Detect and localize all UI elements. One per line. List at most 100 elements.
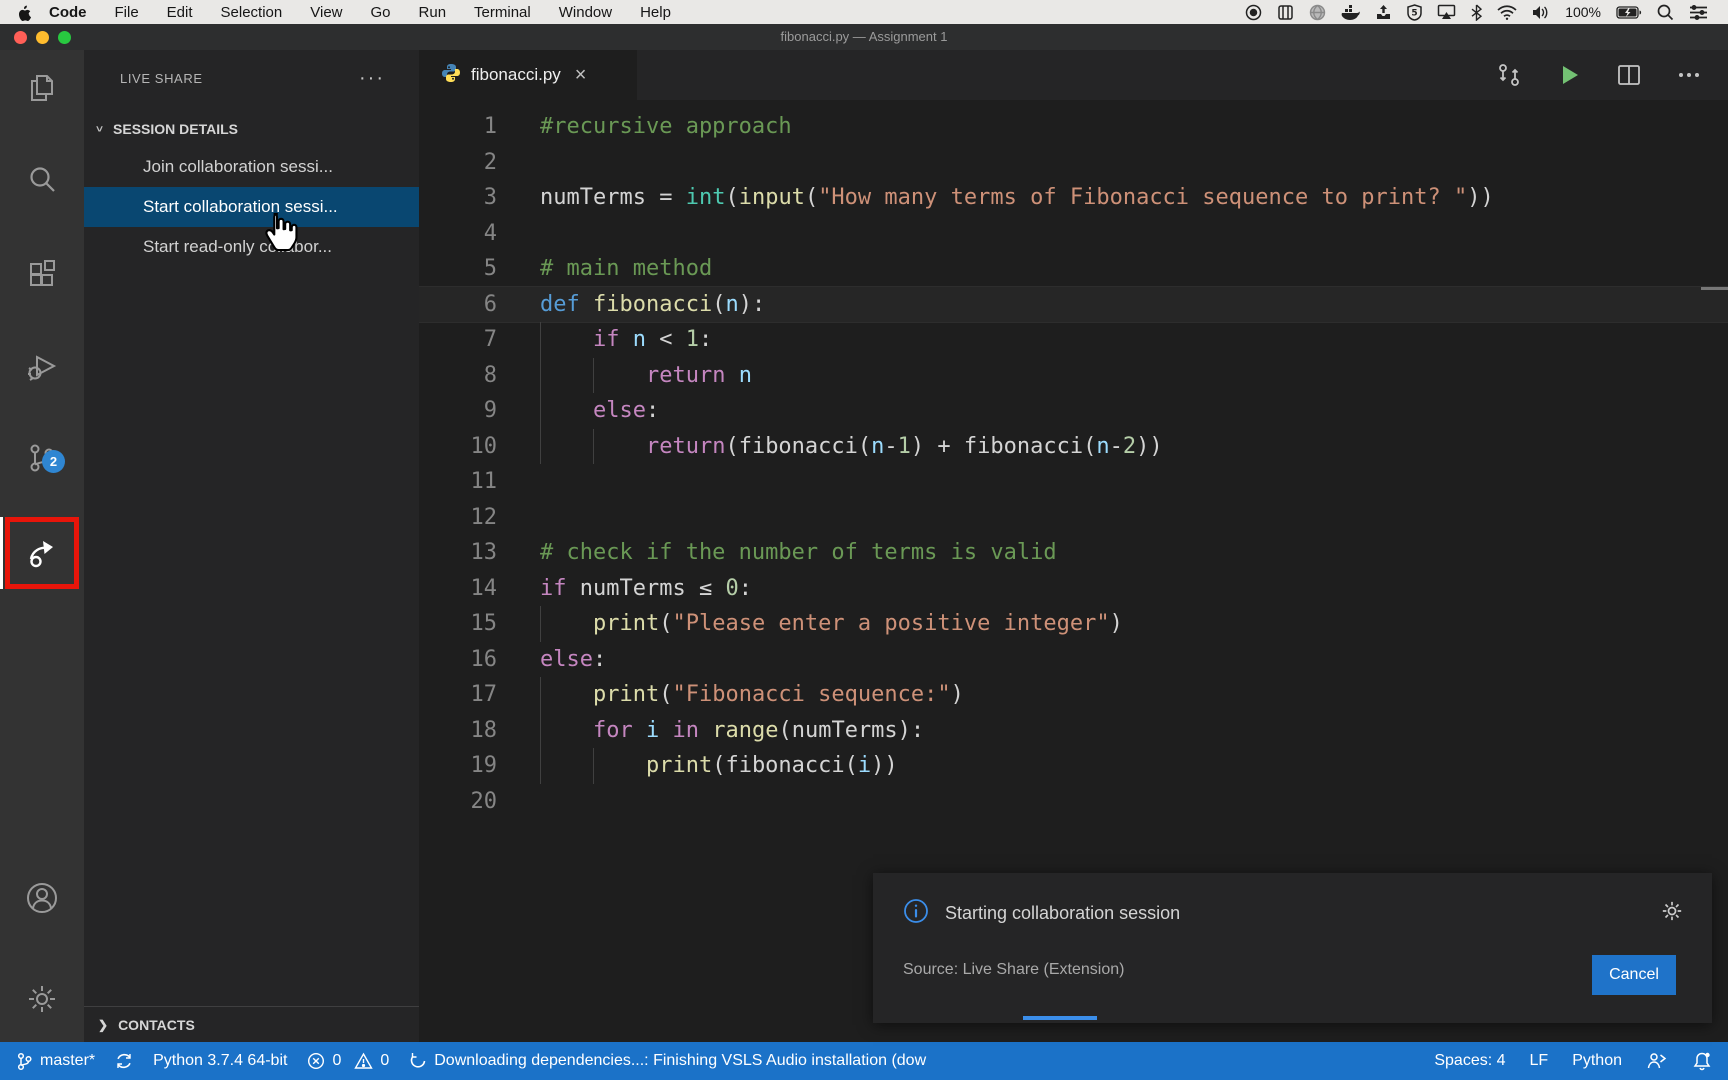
code-line-5[interactable]: 5# main method bbox=[419, 251, 1728, 287]
problems-item[interactable]: 0 0 bbox=[307, 1052, 389, 1070]
code-line-15[interactable]: 15 print("Please enter a positive intege… bbox=[419, 606, 1728, 642]
wifi-icon[interactable] bbox=[1497, 5, 1517, 20]
upload-box-icon[interactable] bbox=[1375, 4, 1392, 21]
indentation-item[interactable]: Spaces: 4 bbox=[1434, 1052, 1505, 1070]
spotlight-search-icon[interactable] bbox=[1657, 4, 1674, 21]
git-branch-item[interactable]: master* bbox=[16, 1052, 95, 1071]
more-actions-icon[interactable]: ··· bbox=[359, 73, 385, 83]
annotation-highlight-box bbox=[5, 517, 79, 589]
code-line-13[interactable]: 13# check if the number of terms is vali… bbox=[419, 535, 1728, 571]
bluetooth-icon[interactable] bbox=[1471, 4, 1482, 21]
code-line-6[interactable]: 6def fibonacci(n): bbox=[419, 287, 1728, 323]
session-item[interactable]: Join collaboration sessi... bbox=[84, 147, 419, 187]
code-line-8[interactable]: 8 return n bbox=[419, 358, 1728, 394]
code-line-14[interactable]: 14if numTerms ≤ 0: bbox=[419, 571, 1728, 607]
explorer-icon[interactable] bbox=[25, 71, 59, 105]
python-interpreter-item[interactable]: Python 3.7.4 64-bit bbox=[153, 1052, 287, 1070]
code-line-19[interactable]: 19 print(fibonacci(i)) bbox=[419, 748, 1728, 784]
account-icon[interactable] bbox=[25, 881, 59, 915]
notifications-bell-icon[interactable] bbox=[1692, 1051, 1712, 1071]
session-details-label: SESSION DETAILS bbox=[113, 121, 238, 137]
cancel-button[interactable]: Cancel bbox=[1592, 955, 1676, 995]
contacts-header[interactable]: ❯ CONTACTS bbox=[84, 1006, 419, 1042]
code-editor[interactable]: 1#recursive approach23numTerms = int(inp… bbox=[419, 109, 1728, 819]
battery-icon[interactable] bbox=[1616, 6, 1642, 19]
battery-percentage: 100% bbox=[1565, 4, 1601, 20]
extensions-icon[interactable] bbox=[25, 258, 59, 292]
line-number: 8 bbox=[419, 358, 497, 394]
line-number: 16 bbox=[419, 642, 497, 678]
docker-icon[interactable] bbox=[1341, 4, 1360, 20]
tab-close-icon[interactable]: × bbox=[575, 64, 587, 87]
language-mode-item[interactable]: Python bbox=[1572, 1052, 1622, 1070]
sync-icon[interactable] bbox=[115, 1052, 133, 1070]
zoom-window-button[interactable] bbox=[58, 31, 71, 44]
contacts-label: CONTACTS bbox=[118, 1017, 195, 1033]
notification-gear-icon[interactable] bbox=[1660, 899, 1684, 928]
svg-text:5: 5 bbox=[1412, 8, 1418, 18]
globe-icon[interactable] bbox=[1309, 4, 1326, 21]
run-python-file-icon[interactable] bbox=[1556, 62, 1582, 88]
volume-icon[interactable] bbox=[1532, 5, 1550, 20]
code-line-7[interactable]: 7 if n < 1: bbox=[419, 322, 1728, 358]
line-number: 1 bbox=[419, 109, 497, 145]
code-line-10[interactable]: 10 return(fibonacci(n-1) + fibonacci(n-2… bbox=[419, 429, 1728, 465]
menu-item-window[interactable]: Window bbox=[559, 4, 612, 21]
code-line-20[interactable]: 20 bbox=[419, 784, 1728, 820]
menu-item-file[interactable]: File bbox=[115, 4, 139, 21]
control-center-icon[interactable] bbox=[1689, 5, 1708, 20]
source-control-badge: 2 bbox=[42, 450, 65, 473]
background-task-item[interactable]: Downloading dependencies...: Finishing V… bbox=[409, 1052, 926, 1070]
tab-bar: fibonacci.py × bbox=[419, 50, 1728, 100]
line-number: 20 bbox=[419, 784, 497, 820]
eol-item[interactable]: LF bbox=[1530, 1052, 1549, 1070]
minimize-window-button[interactable] bbox=[36, 31, 49, 44]
error-count: 0 bbox=[332, 1052, 341, 1070]
indent-guide bbox=[540, 748, 541, 784]
run-debug-icon[interactable] bbox=[25, 350, 59, 384]
code-line-9[interactable]: 9 else: bbox=[419, 393, 1728, 429]
menu-item-terminal[interactable]: Terminal bbox=[474, 4, 531, 21]
progress-bar bbox=[1023, 1016, 1097, 1020]
settings-gear-icon[interactable] bbox=[25, 982, 59, 1016]
menu-status-icons: 5 100% bbox=[1245, 4, 1728, 21]
menu-item-selection[interactable]: Selection bbox=[221, 4, 283, 21]
code-line-3[interactable]: 3numTerms = int(input("How many terms of… bbox=[419, 180, 1728, 216]
code-line-12[interactable]: 12 bbox=[419, 500, 1728, 536]
more-actions-icon[interactable] bbox=[1676, 62, 1702, 88]
shield-icon[interactable]: 5 bbox=[1407, 4, 1422, 21]
session-item[interactable]: Start read-only collabor... bbox=[84, 227, 419, 267]
close-window-button[interactable] bbox=[14, 31, 27, 44]
code-line-4[interactable]: 4 bbox=[419, 216, 1728, 252]
session-item[interactable]: Start collaboration sessi... bbox=[84, 187, 419, 227]
info-icon bbox=[903, 898, 929, 929]
chevron-right-icon: ❯ bbox=[98, 1018, 108, 1032]
record-icon[interactable] bbox=[1245, 4, 1262, 21]
code-line-2[interactable]: 2 bbox=[419, 145, 1728, 181]
apple-menu-icon[interactable] bbox=[16, 4, 31, 21]
search-icon[interactable] bbox=[25, 163, 59, 197]
airplay-icon[interactable] bbox=[1437, 4, 1456, 20]
indent-guide bbox=[540, 606, 541, 642]
menu-item-edit[interactable]: Edit bbox=[167, 4, 193, 21]
notification-source: Source: Live Share (Extension) bbox=[903, 961, 1124, 979]
menu-item-help[interactable]: Help bbox=[640, 4, 671, 21]
split-editor-icon[interactable] bbox=[1616, 62, 1642, 88]
menu-item-run[interactable]: Run bbox=[419, 4, 447, 21]
menu-item-view[interactable]: View bbox=[310, 4, 342, 21]
session-items-list: Join collaboration sessi...Start collabo… bbox=[84, 147, 419, 267]
tab-fibonacci[interactable]: fibonacci.py × bbox=[419, 50, 637, 100]
code-line-17[interactable]: 17 print("Fibonacci sequence:") bbox=[419, 677, 1728, 713]
menu-item-code[interactable]: Code bbox=[49, 4, 87, 21]
open-changes-icon[interactable] bbox=[1496, 62, 1522, 88]
indent-guide bbox=[540, 393, 541, 429]
live-share-status-icon[interactable] bbox=[1646, 1051, 1668, 1071]
film-icon[interactable] bbox=[1277, 4, 1294, 21]
code-line-16[interactable]: 16else: bbox=[419, 642, 1728, 678]
menu-item-go[interactable]: Go bbox=[371, 4, 391, 21]
code-line-1[interactable]: 1#recursive approach bbox=[419, 109, 1728, 145]
code-line-18[interactable]: 18 for i in range(numTerms): bbox=[419, 713, 1728, 749]
code-line-11[interactable]: 11 bbox=[419, 464, 1728, 500]
session-details-header[interactable]: ˅ SESSION DETAILS bbox=[84, 112, 419, 146]
line-number: 14 bbox=[419, 571, 497, 607]
